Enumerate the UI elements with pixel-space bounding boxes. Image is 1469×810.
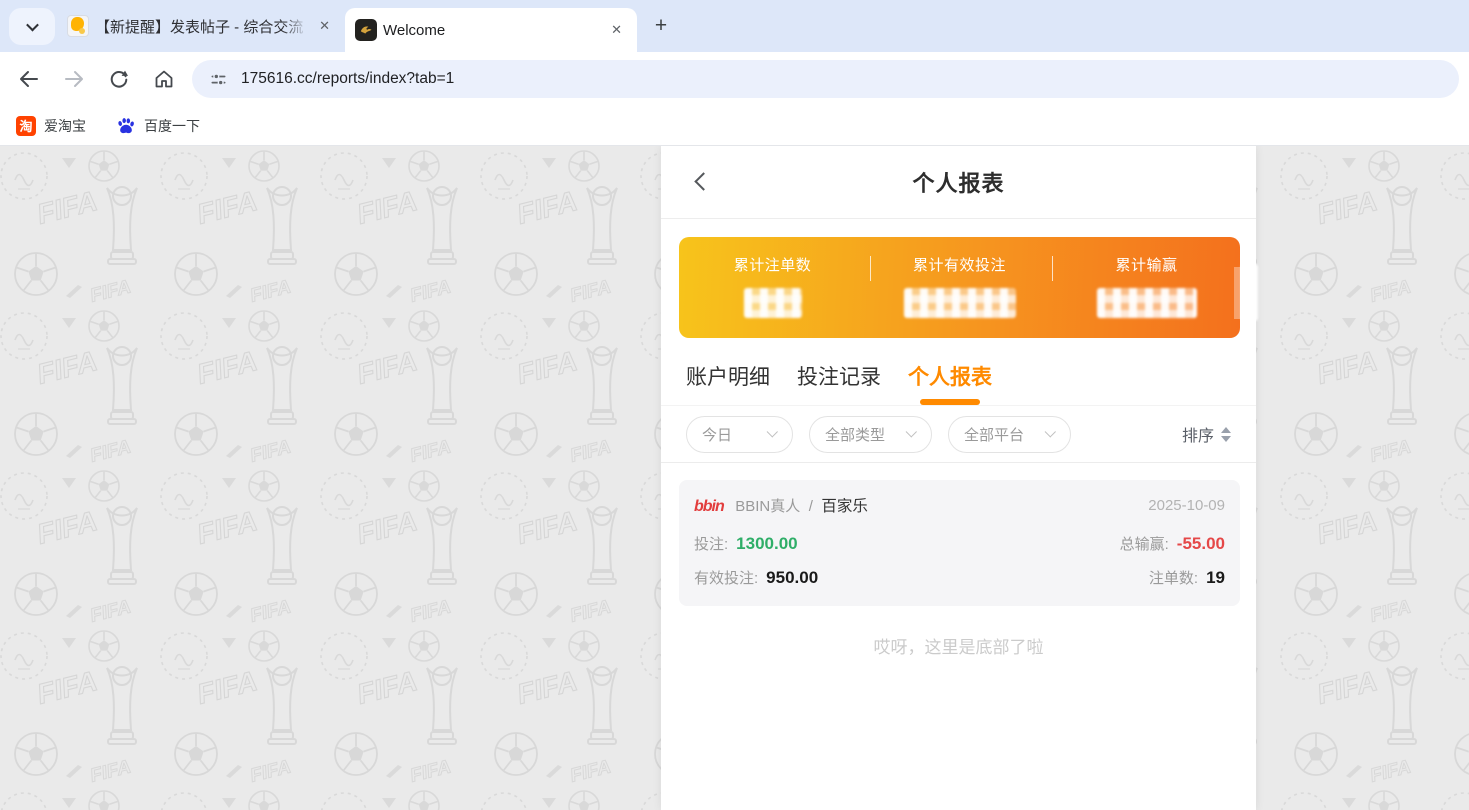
report-header: 个人报表: [661, 146, 1256, 219]
filter-label: 今日: [702, 424, 732, 445]
mask-edge-block: [1241, 264, 1258, 321]
tab-title: 【新提醒】发表帖子 - 综合交流: [95, 16, 308, 37]
report-list: bbin BBIN真人 / 百家乐 2025-10-09 投注:1300.00 …: [661, 463, 1256, 810]
filter-type-dropdown[interactable]: 全部类型: [809, 416, 932, 453]
stat-total-bets: 累计注单数: [679, 237, 866, 338]
stat-winloss: 累计输赢: [1053, 237, 1240, 338]
page-title: 个人报表: [912, 166, 1004, 198]
filter-label: 全部类型: [825, 424, 885, 445]
tab-personal-report[interactable]: 个人报表: [908, 361, 992, 405]
browser-window: 【新提醒】发表帖子 - 综合交流 ✕ Welcome ✕ +: [0, 0, 1469, 810]
tab-label: 账户明细: [686, 361, 770, 391]
filter-label: 全部平台: [964, 424, 1024, 445]
reload-icon: [107, 67, 131, 91]
chevron-down-icon: [1045, 426, 1056, 437]
masked-value: [904, 288, 1016, 318]
tab-strip: 【新提醒】发表帖子 - 综合交流 ✕ Welcome ✕ +: [0, 0, 1469, 52]
winloss-value: -55.00: [1177, 534, 1225, 553]
home-icon: [152, 67, 176, 91]
bookmark-baidu[interactable]: 百度一下: [116, 116, 200, 136]
baidu-paw-icon: [116, 116, 136, 136]
count-label: 注单数:: [1149, 570, 1198, 587]
page-viewport: FIFA FIFA: [0, 146, 1469, 810]
bet-label: 投注:: [694, 536, 728, 553]
tab-label: 投注记录: [797, 361, 881, 391]
back-button[interactable]: [12, 62, 46, 96]
chevron-down-icon: [26, 19, 39, 32]
stats-summary-card: 累计注单数 累计有效投注 累计输赢: [679, 237, 1240, 338]
active-tab-underline: [920, 399, 980, 405]
bookmark-label: 百度一下: [144, 116, 200, 136]
tab-label: 个人报表: [908, 361, 992, 391]
new-tab-button[interactable]: +: [647, 12, 675, 40]
report-panel: 个人报表 累计注单数 累计有效投注 累计输赢: [661, 146, 1256, 810]
chevron-down-icon: [906, 426, 917, 437]
tab-bet-records[interactable]: 投注记录: [797, 361, 881, 405]
sort-button[interactable]: 排序: [1182, 422, 1231, 446]
bookmark-taobao[interactable]: 淘 爱淘宝: [16, 116, 86, 136]
count-value: 19: [1206, 568, 1225, 587]
url-text[interactable]: 175616.cc/reports/index?tab=1: [241, 70, 454, 88]
forum-favicon-icon: [67, 15, 89, 37]
back-icon: [17, 67, 41, 91]
winloss-label: 总输赢:: [1120, 536, 1169, 553]
forward-icon: [62, 67, 86, 91]
filters-row: 今日 全部类型 全部平台 排序: [661, 406, 1256, 463]
bbin-logo-icon: bbin: [694, 498, 724, 515]
tab-title: Welcome: [383, 22, 600, 39]
separator: /: [809, 498, 813, 515]
masked-value: [744, 288, 802, 318]
forward-button[interactable]: [57, 62, 91, 96]
browser-tab-forum[interactable]: 【新提醒】发表帖子 - 综合交流 ✕: [57, 6, 345, 46]
valid-bet-value: 950.00: [766, 568, 818, 587]
chevron-down-icon: [767, 426, 778, 437]
game-name: 百家乐: [821, 498, 868, 515]
bookmarks-bar: 淘 爱淘宝 百度一下: [0, 106, 1469, 146]
site-settings-icon[interactable]: [208, 69, 229, 90]
report-record-card[interactable]: bbin BBIN真人 / 百家乐 2025-10-09 投注:1300.00 …: [679, 480, 1240, 606]
filter-date-dropdown[interactable]: 今日: [686, 416, 793, 453]
record-date: 2025-10-09: [1148, 497, 1225, 514]
close-icon[interactable]: ✕: [314, 16, 335, 36]
report-tabs: 账户明细 投注记录 个人报表: [661, 338, 1256, 406]
valid-bet-label: 有效投注:: [694, 570, 758, 587]
browser-tab-welcome[interactable]: Welcome ✕: [345, 8, 637, 52]
sort-arrows-icon: [1221, 427, 1231, 442]
sort-label: 排序: [1182, 422, 1214, 446]
stat-label: 累计有效投注: [866, 254, 1053, 275]
stat-valid-bets: 累计有效投注: [866, 237, 1053, 338]
welcome-favicon-icon: [355, 19, 377, 41]
back-chevron-icon[interactable]: [694, 172, 712, 190]
reload-button[interactable]: [102, 62, 136, 96]
stat-label: 累计注单数: [679, 254, 866, 275]
address-bar[interactable]: 175616.cc/reports/index?tab=1: [192, 60, 1459, 98]
stat-label: 累计输赢: [1053, 254, 1240, 275]
bet-value: 1300.00: [736, 534, 797, 553]
browser-toolbar: 175616.cc/reports/index?tab=1: [0, 52, 1469, 106]
taobao-icon: 淘: [16, 116, 36, 136]
tab-search-button[interactable]: [9, 8, 55, 45]
filter-platform-dropdown[interactable]: 全部平台: [948, 416, 1071, 453]
tab-account-detail[interactable]: 账户明细: [686, 361, 770, 405]
provider-name: BBIN真人: [735, 498, 800, 515]
close-icon[interactable]: ✕: [606, 20, 627, 40]
end-of-list-text: 哎呀，这里是底部了啦: [661, 633, 1256, 658]
bookmark-label: 爱淘宝: [44, 116, 86, 136]
masked-value: [1097, 288, 1197, 318]
home-button[interactable]: [147, 62, 181, 96]
